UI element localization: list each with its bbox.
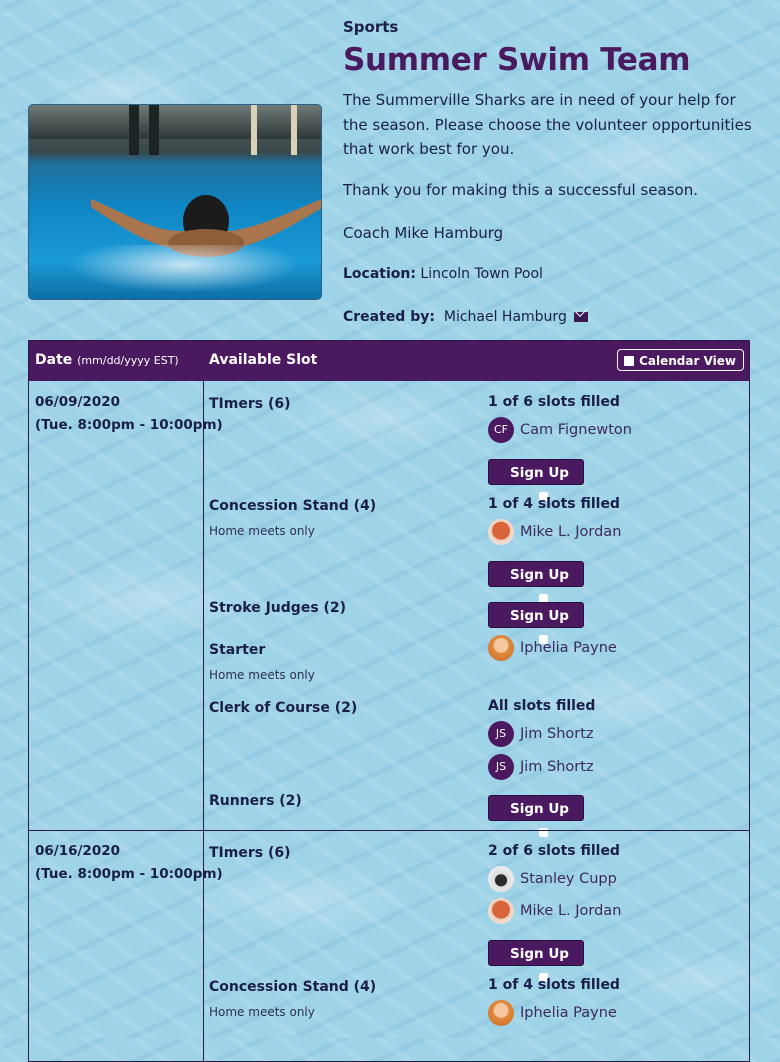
starting-block bbox=[149, 105, 159, 155]
email-icon[interactable] bbox=[574, 312, 589, 322]
thanks-text: Thank you for making this a successful s… bbox=[343, 181, 698, 199]
avatar bbox=[488, 866, 514, 892]
calendar-view-button[interactable]: Calendar View bbox=[617, 349, 744, 371]
created-by-label: Created by: bbox=[343, 309, 435, 325]
volunteer-name: Mike L. Jordan bbox=[520, 524, 622, 540]
slot-name: Runners (2) bbox=[209, 793, 302, 809]
creator-name[interactable]: Michael Hamburg bbox=[444, 309, 567, 325]
slot-name: Concession Stand (4) bbox=[209, 979, 377, 995]
volunteer-name: Jim Shortz bbox=[520, 726, 594, 742]
volunteer[interactable]: JS Jim Shortz bbox=[488, 754, 594, 780]
slot-status: 1 of 4 slots filled bbox=[488, 496, 620, 512]
category-label: Sports bbox=[343, 18, 399, 36]
date-format-hint: (mm/dd/yyyy EST) bbox=[77, 354, 179, 367]
signup-label: Sign Up bbox=[510, 801, 569, 817]
slot-name: TImers (6) bbox=[209, 396, 291, 412]
volunteer[interactable]: Mike L. Jordan bbox=[488, 898, 621, 924]
volunteer[interactable]: Stanley Cupp bbox=[488, 866, 617, 892]
avatar bbox=[488, 898, 514, 924]
signup-label: Sign Up bbox=[510, 567, 569, 583]
slot-status: 1 of 6 slots filled bbox=[488, 394, 620, 410]
signup-button[interactable]: Sign Up bbox=[488, 459, 584, 501]
slot-note: Home meets only bbox=[209, 668, 315, 682]
signup-button[interactable]: Sign Up bbox=[488, 602, 584, 644]
signup-label: Sign Up bbox=[510, 946, 569, 962]
avatar bbox=[488, 519, 514, 545]
day-divider bbox=[29, 830, 749, 831]
volunteer-name: Cam Fignewton bbox=[520, 422, 632, 438]
volunteer-name: Iphelia Payne bbox=[520, 640, 617, 656]
slot-name: TImers (6) bbox=[209, 845, 291, 861]
calendar-icon bbox=[624, 356, 635, 366]
volunteer[interactable]: Iphelia Payne bbox=[488, 1000, 617, 1026]
avatar: CF bbox=[488, 417, 514, 443]
slot-name: Clerk of Course (2) bbox=[209, 700, 358, 716]
signature-text: Coach Mike Hamburg bbox=[343, 224, 504, 242]
day-date: 06/09/2020 bbox=[35, 394, 121, 410]
slot-status: 1 of 4 slots filled bbox=[488, 977, 620, 993]
swimmer-photo bbox=[28, 104, 322, 300]
signup-button[interactable]: Sign Up bbox=[488, 940, 584, 982]
signup-button[interactable]: Sign Up bbox=[488, 561, 584, 603]
volunteer[interactable]: Iphelia Payne bbox=[488, 635, 617, 661]
slot-status: 2 of 6 slots filled bbox=[488, 843, 620, 859]
volunteer-name: Jim Shortz bbox=[520, 759, 594, 775]
location-label: Location: bbox=[343, 266, 416, 282]
location-value: Lincoln Town Pool bbox=[420, 266, 543, 282]
description-text: The Summerville Sharks are in need of yo… bbox=[343, 91, 752, 158]
page-title: Summer Swim Team bbox=[343, 42, 691, 78]
signup-label: Sign Up bbox=[510, 465, 569, 481]
volunteer[interactable]: JS Jim Shortz bbox=[488, 721, 594, 747]
signup-label: Sign Up bbox=[510, 608, 569, 624]
day-time: (Tue. 8:00pm - 10:00pm) bbox=[35, 866, 223, 882]
volunteer[interactable]: Mike L. Jordan bbox=[488, 519, 621, 545]
day-date: 06/16/2020 bbox=[35, 843, 121, 859]
slot-note: Home meets only bbox=[209, 1005, 315, 1019]
starting-block bbox=[291, 105, 297, 155]
calendar-view-label: Calendar View bbox=[639, 354, 736, 368]
day-time: (Tue. 8:00pm - 10:00pm) bbox=[35, 417, 223, 433]
starting-block bbox=[129, 105, 139, 155]
slot-status: All slots filled bbox=[488, 698, 596, 714]
water-splash bbox=[59, 245, 309, 295]
location-line: Location: Lincoln Town Pool bbox=[343, 266, 543, 282]
created-by-line: Created by: Michael Hamburg bbox=[343, 309, 589, 325]
slot-note: Home meets only bbox=[209, 524, 315, 538]
date-column-header: Date (mm/dd/yyyy EST) bbox=[35, 352, 179, 368]
date-header-label: Date bbox=[35, 352, 73, 368]
starting-block bbox=[251, 105, 257, 155]
avatar: JS bbox=[488, 754, 514, 780]
slot-name: Stroke Judges (2) bbox=[209, 600, 347, 616]
volunteer-name: Mike L. Jordan bbox=[520, 903, 622, 919]
signup-button[interactable]: Sign Up bbox=[488, 795, 584, 837]
column-divider bbox=[203, 381, 204, 1061]
pool-deck bbox=[29, 105, 321, 139]
volunteer-name: Stanley Cupp bbox=[520, 871, 617, 887]
slot-name: Concession Stand (4) bbox=[209, 498, 377, 514]
table-header: Date (mm/dd/yyyy EST) Available Slot Cal… bbox=[29, 341, 749, 381]
avatar bbox=[488, 1000, 514, 1026]
volunteer[interactable]: CF Cam Fignewton bbox=[488, 417, 632, 443]
signup-table: Date (mm/dd/yyyy EST) Available Slot Cal… bbox=[28, 340, 750, 1062]
avatar: JS bbox=[488, 721, 514, 747]
volunteer-name: Iphelia Payne bbox=[520, 1005, 617, 1021]
avatar bbox=[488, 635, 514, 661]
slot-column-header: Available Slot bbox=[209, 352, 318, 368]
slot-name: Starter bbox=[209, 642, 266, 658]
